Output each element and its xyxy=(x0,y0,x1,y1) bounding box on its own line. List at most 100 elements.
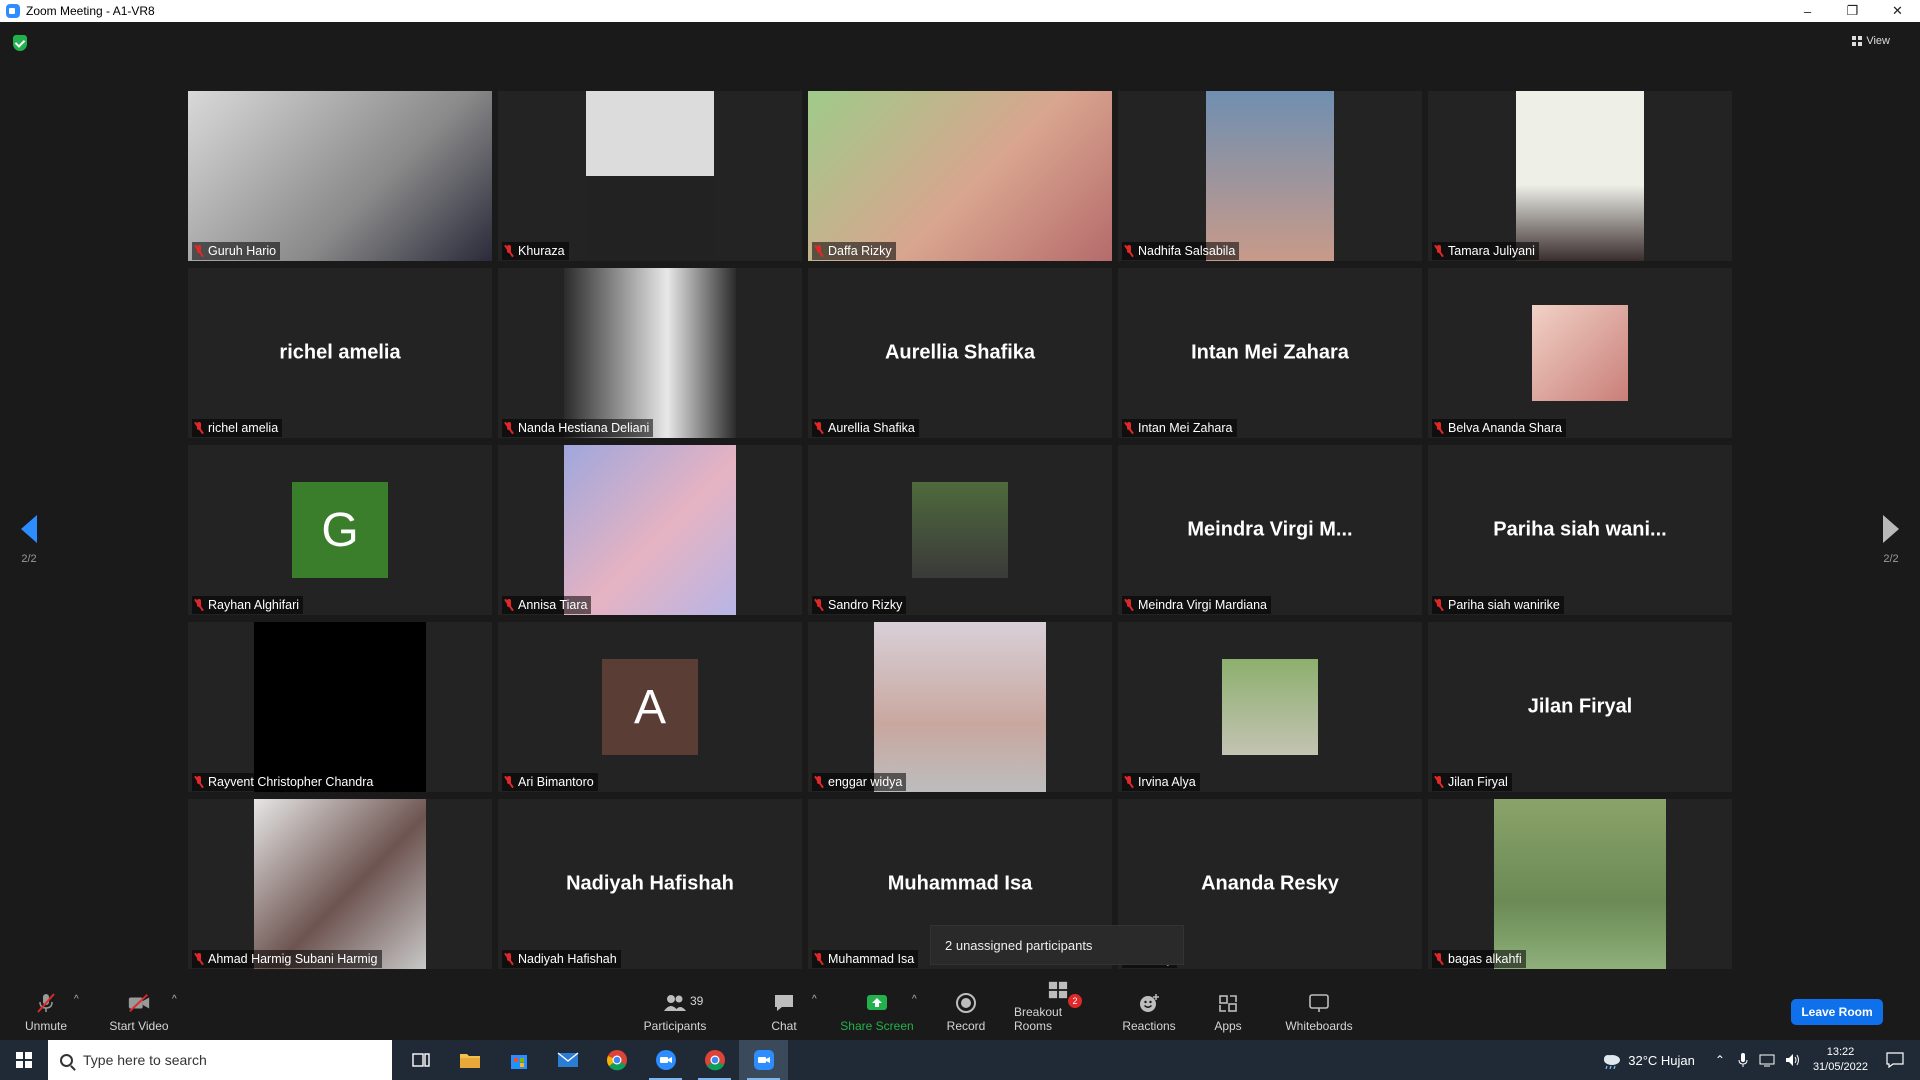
title-bar: Zoom Meeting - A1-VR8 – ❐ ✕ xyxy=(0,0,1920,22)
participant-tile[interactable]: Khuraza xyxy=(498,91,802,261)
file-explorer-icon[interactable] xyxy=(445,1040,494,1080)
chat-options-caret-icon[interactable]: ^ xyxy=(812,994,817,1005)
chrome-icon[interactable] xyxy=(592,1040,641,1080)
task-view-icon[interactable] xyxy=(396,1040,445,1080)
participant-tile[interactable]: G Rayhan Alghifari xyxy=(188,445,492,615)
participant-name-text: Muhammad Isa xyxy=(828,952,915,966)
participant-tile[interactable]: enggar widya xyxy=(808,622,1112,792)
muted-mic-icon xyxy=(1434,245,1444,257)
view-button[interactable]: View xyxy=(1852,35,1890,47)
share-screen-label: Share Screen xyxy=(840,1019,914,1033)
participant-tile[interactable]: Nanda Hestiana Deliani xyxy=(498,268,802,438)
share-options-caret-icon[interactable]: ^ xyxy=(912,994,917,1005)
breakout-rooms-button[interactable]: 2 Breakout Rooms xyxy=(1014,980,1102,1040)
participant-video xyxy=(874,622,1046,792)
minimize-icon[interactable]: – xyxy=(1785,0,1830,22)
taskbar-search-placeholder: Type here to search xyxy=(83,1052,207,1068)
participant-name-label: Meindra Virgi Mardiana xyxy=(1122,596,1271,614)
encryption-shield-icon[interactable] xyxy=(13,35,27,51)
participant-name-text: Pariha siah wanirike xyxy=(1448,598,1560,612)
participant-tile[interactable]: A Ari Bimantoro xyxy=(498,622,802,792)
chat-button[interactable]: Chat xyxy=(764,980,804,1040)
participant-avatar-letter: A xyxy=(602,659,698,755)
arrow-left-icon xyxy=(21,515,37,543)
participant-tile[interactable]: Rayvent Christopher Chandra xyxy=(188,622,492,792)
share-screen-button[interactable]: Share Screen xyxy=(840,980,914,1040)
muted-mic-icon xyxy=(814,245,824,257)
participant-tile[interactable]: Jilan Firyal Jilan Firyal xyxy=(1428,622,1732,792)
participant-tile[interactable]: bagas alkahfi xyxy=(1428,799,1732,969)
chat-label: Chat xyxy=(771,1019,797,1033)
participant-tile[interactable]: Guruh Hario xyxy=(188,91,492,261)
participant-tile[interactable]: Aurellia Shafika Aurellia Shafika xyxy=(808,268,1112,438)
network-icon[interactable] xyxy=(1759,1053,1775,1067)
participant-tile[interactable]: Daffa Rizky xyxy=(808,91,1112,261)
taskbar-clock[interactable]: 13:22 31/05/2022 xyxy=(1813,1045,1868,1075)
apps-button[interactable]: Apps xyxy=(1208,980,1248,1040)
audio-options-caret-icon[interactable]: ^ xyxy=(74,994,79,1005)
microphone-tray-icon[interactable] xyxy=(1737,1052,1749,1068)
whiteboards-button[interactable]: Whiteboards xyxy=(1282,980,1356,1040)
reactions-button[interactable]: Reactions xyxy=(1120,980,1178,1040)
participant-name-text: Daffa Rizky xyxy=(828,244,892,258)
participant-tile[interactable]: richel amelia richel amelia xyxy=(188,268,492,438)
taskbar-apps xyxy=(396,1040,788,1080)
muted-mic-icon xyxy=(1124,776,1134,788)
participants-button[interactable]: 39 Participants xyxy=(638,980,712,1040)
muted-mic-icon xyxy=(504,599,514,611)
participant-name-text: richel amelia xyxy=(208,421,279,435)
start-video-button[interactable]: Start Video xyxy=(104,980,174,1040)
volume-icon[interactable] xyxy=(1785,1053,1801,1067)
participant-name-label: Irvina Alya xyxy=(1122,773,1200,791)
participant-tile[interactable]: Irvina Alya xyxy=(1118,622,1422,792)
participant-name-label: Nadiyah Hafishah xyxy=(502,950,621,968)
record-button[interactable]: Record xyxy=(944,980,988,1040)
participant-tile[interactable]: Sandro Rizky xyxy=(808,445,1112,615)
participant-tile[interactable]: Nadhifa Salsabila xyxy=(1118,91,1422,261)
unmute-button[interactable]: Unmute xyxy=(18,980,74,1040)
zoom-taskbar-icon-a[interactable] xyxy=(641,1040,690,1080)
participant-tile[interactable]: Meindra Virgi M... Meindra Virgi Mardiana xyxy=(1118,445,1422,615)
leave-room-button[interactable]: Leave Room xyxy=(1791,999,1883,1025)
start-button[interactable] xyxy=(0,1040,48,1080)
chrome-profile-icon[interactable] xyxy=(690,1040,739,1080)
participant-tile[interactable]: Annisa Tiara xyxy=(498,445,802,615)
participant-name-label: Rayvent Christopher Chandra xyxy=(192,773,378,791)
participant-name-text: Rayvent Christopher Chandra xyxy=(208,775,374,789)
participant-tile[interactable]: Tamara Juliyani xyxy=(1428,91,1732,261)
participant-tile[interactable]: Intan Mei Zahara Intan Mei Zahara xyxy=(1118,268,1422,438)
mail-icon[interactable] xyxy=(543,1040,592,1080)
tray-chevron-up-icon[interactable]: ⌃ xyxy=(1715,1053,1725,1067)
muted-mic-icon xyxy=(814,953,824,965)
close-icon[interactable]: ✕ xyxy=(1875,0,1920,22)
muted-mic-icon xyxy=(1124,245,1134,257)
previous-page-button[interactable]: 2/2 xyxy=(14,515,44,565)
participants-icon xyxy=(664,995,686,1011)
participant-display-name: richel amelia xyxy=(279,341,401,364)
store-icon[interactable] xyxy=(494,1040,543,1080)
participants-count: 39 xyxy=(690,994,704,1008)
zoom-taskbar-icon-b[interactable] xyxy=(739,1040,788,1080)
participant-name-label: Intan Mei Zahara xyxy=(1122,419,1237,437)
participant-tile[interactable]: Pariha siah wani... Pariha siah wanirike xyxy=(1428,445,1732,615)
weather-text[interactable]: 32°C Hujan xyxy=(1628,1053,1695,1068)
participant-name-text: Sandro Rizky xyxy=(828,598,903,612)
windows-logo-icon xyxy=(16,1052,32,1068)
next-page-button[interactable]: 2/2 xyxy=(1876,515,1906,565)
participant-name-text: Rayhan Alghifari xyxy=(208,598,300,612)
participant-tile[interactable]: Belva Ananda Shara xyxy=(1428,268,1732,438)
video-options-caret-icon[interactable]: ^ xyxy=(172,994,177,1005)
participant-name-text: Nadiyah Hafishah xyxy=(518,952,617,966)
restore-icon[interactable]: ❐ xyxy=(1830,0,1875,22)
notifications-icon[interactable] xyxy=(1886,1052,1904,1068)
taskbar-search-box[interactable]: Type here to search xyxy=(48,1040,392,1080)
unassigned-participants-popup[interactable]: 2 unassigned participants xyxy=(930,925,1184,965)
view-label: View xyxy=(1866,35,1890,47)
participant-name-label: richel amelia xyxy=(192,419,283,437)
windows-taskbar: Type here to search 32°C Hujan ⌃ 13:22 3… xyxy=(0,1040,1920,1080)
participant-tile[interactable]: Ahmad Harmig Subani Harmig xyxy=(188,799,492,969)
participant-tile[interactable]: Nadiyah Hafishah Nadiyah Hafishah xyxy=(498,799,802,969)
participant-display-name: Nadiyah Hafishah xyxy=(566,872,734,895)
participant-name-label: Belva Ananda Shara xyxy=(1432,419,1566,437)
participant-name-label: Tamara Juliyani xyxy=(1432,242,1539,260)
